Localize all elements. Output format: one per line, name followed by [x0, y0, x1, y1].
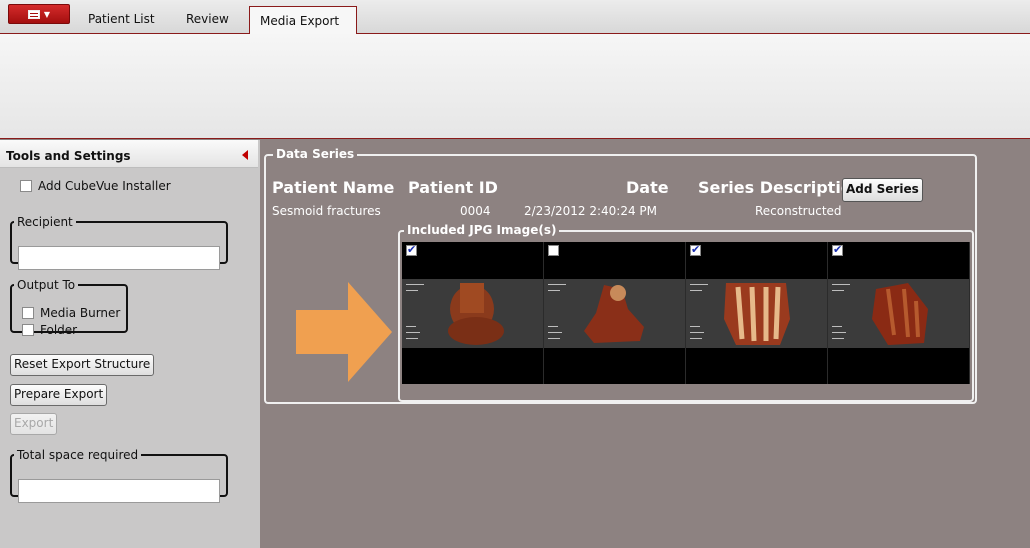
ribbon-toolbar [0, 34, 1030, 139]
reset-export-structure-button[interactable]: Reset Export Structure [10, 354, 155, 376]
output-to-legend: Output To [17, 278, 76, 292]
recipient-group: Recipient [10, 215, 228, 270]
add-series-button[interactable]: Add Series [842, 178, 923, 202]
foot-render-image [448, 283, 504, 345]
add-installer-label: Add CubeVue Installer [38, 179, 171, 193]
output-to-group: Output To Media Burner Folder [10, 278, 128, 337]
image-thumbnail[interactable] [402, 242, 544, 384]
main-content: Data Series Patient Name Patient ID Date… [260, 140, 1030, 548]
thumbnail-checkbox[interactable] [832, 243, 843, 256]
checkbox-icon[interactable] [22, 324, 34, 336]
data-series-group: Data Series Patient Name Patient ID Date… [264, 147, 977, 404]
app-menu-button[interactable]: ▼ [8, 4, 70, 24]
foot-render-image [872, 283, 928, 345]
col-header-date: Date [626, 178, 669, 197]
tab-patient-list[interactable]: Patient List [88, 12, 155, 34]
tab-bar: ▼ Patient List Review Media Export [0, 0, 1030, 35]
tools-settings-panel: Tools and Settings Add CubeVue Installer… [0, 140, 260, 548]
recipient-input[interactable] [18, 246, 220, 270]
image-thumbnail[interactable] [828, 242, 970, 384]
checkbox-icon[interactable] [22, 307, 34, 319]
thumbnail-strip [402, 242, 970, 384]
thumbnail-checkbox[interactable] [548, 245, 559, 256]
col-header-patient-id: Patient ID [408, 178, 498, 197]
thumbnail-checkbox[interactable] [690, 243, 701, 256]
folder-label: Folder [40, 323, 78, 337]
image-thumbnail[interactable] [544, 242, 686, 384]
document-icon [27, 9, 40, 19]
tab-media-export[interactable]: Media Export [249, 6, 357, 35]
panel-header: Tools and Settings [0, 140, 258, 168]
checkbox-icon[interactable] [20, 180, 32, 192]
cell-date: 2/23/2012 2:40:24 PM [524, 204, 658, 218]
add-installer-checkbox[interactable]: Add CubeVue Installer [20, 179, 171, 193]
included-images-group: Included JPG Image(s) [398, 223, 974, 402]
total-space-group: Total space required [10, 448, 228, 503]
chevron-down-icon: ▼ [43, 9, 51, 19]
collapse-arrow-icon[interactable] [242, 150, 248, 160]
cell-series-description: Reconstructed [755, 204, 842, 218]
tab-review[interactable]: Review [186, 12, 229, 34]
arrow-right-icon [296, 282, 392, 382]
media-burner-label: Media Burner [40, 306, 121, 320]
export-button[interactable]: Export [10, 413, 58, 435]
foot-render-image [724, 283, 790, 345]
prepare-export-button[interactable]: Prepare Export [10, 384, 108, 406]
folder-checkbox[interactable]: Folder [22, 323, 77, 337]
total-space-field [18, 479, 220, 503]
included-images-legend: Included JPG Image(s) [404, 223, 560, 237]
data-series-legend: Data Series [273, 147, 358, 161]
cell-patient-id: 0004 [460, 204, 491, 218]
media-burner-checkbox[interactable]: Media Burner [22, 306, 120, 320]
total-space-legend: Total space required [17, 448, 139, 462]
foot-render-image [584, 285, 644, 343]
thumbnail-checkbox[interactable] [406, 243, 417, 256]
cell-patient-name: Sesmoid fractures [272, 204, 381, 218]
recipient-legend: Recipient [17, 215, 73, 229]
col-header-patient-name: Patient Name [272, 178, 395, 197]
panel-title: Tools and Settings [6, 149, 131, 163]
image-thumbnail[interactable] [686, 242, 828, 384]
col-header-series-description: Series Description [698, 178, 864, 197]
